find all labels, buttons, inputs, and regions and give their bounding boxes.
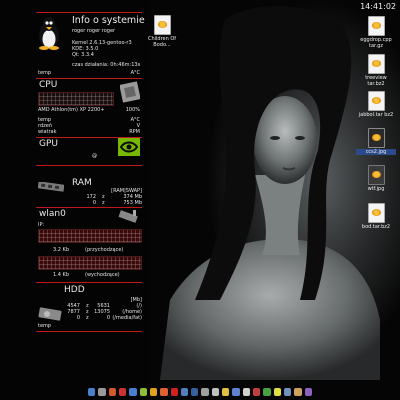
cpu-model: AMD Athlon(tm) XP 2200+ [38, 107, 105, 113]
sysinfo-uptime: czas działania: 0h:46m:13s [72, 62, 141, 68]
taskbar-launcher-icon[interactable] [160, 388, 168, 396]
divider [36, 207, 142, 208]
taskbar-launcher-icon[interactable] [180, 388, 189, 396]
image-file-icon [367, 165, 385, 185]
taskbar-launcher-icon[interactable] [273, 388, 281, 396]
taskbar-launcher-icon[interactable] [98, 388, 106, 396]
desktop-icon-bod-tar[interactable]: bod.tar.bz2 [356, 203, 396, 230]
wlan-ip-label: IP: [38, 222, 45, 228]
swap-used: 0 [92, 200, 96, 206]
taskbar-launcher-icon[interactable] [201, 388, 209, 396]
network-card-icon [118, 210, 138, 223]
divider [36, 331, 142, 332]
desktop-icon-children-of-bodom[interactable]: Children Of Bodo... [142, 15, 182, 48]
hdd-fat-used: 0 [76, 315, 80, 321]
clock[interactable]: 14:41:02 [360, 2, 396, 11]
desktop-icon-label: eggdrop.cpp tar.gz [360, 37, 392, 49]
cpu-title: CPU [39, 80, 58, 90]
wlan-download-value: 3.2 Kb [53, 247, 69, 253]
desktop-icon-jabbol[interactable]: jabbol.tar bz2 [356, 91, 396, 118]
hdd-fat-total: 0 [106, 315, 110, 321]
gpu-title: GPU [39, 139, 58, 149]
desktop-icon-label: wtf.jpg [367, 186, 385, 192]
hdd-temp-label: temp [38, 323, 52, 329]
taskbar-launcher-icon[interactable] [304, 388, 312, 396]
taskbar-launcher-icon[interactable] [211, 388, 220, 396]
archive-icon [367, 203, 385, 223]
swap-total: 753 Mb [123, 200, 142, 206]
archive-icon [367, 54, 385, 74]
sysinfo-temp-unit: A°C [130, 70, 140, 76]
taskbar-launcher-icon[interactable] [232, 388, 240, 396]
wlan-upload-graph [38, 256, 142, 270]
sysinfo-temp-label: temp [38, 70, 52, 76]
hard-drive-icon [38, 307, 62, 321]
taskbar-launcher-icon[interactable] [149, 388, 158, 396]
taskbar-launcher-icon[interactable] [118, 388, 127, 396]
taskbar-launcher-icon[interactable] [263, 388, 271, 396]
sysinfo-title: Info o systemie [72, 15, 145, 26]
desktop-icon-label: bod.tar.bz2 [361, 224, 391, 230]
wlan-download-graph [38, 229, 142, 243]
desktop-icon-label: Children Of Bodo... [147, 36, 177, 48]
nvidia-icon [118, 138, 140, 156]
sysinfo-user: roger roger roger [72, 28, 116, 34]
archive-icon [367, 16, 385, 36]
document-icon [153, 15, 171, 35]
taskbar-launcher-icon[interactable] [294, 388, 302, 396]
sysinfo-qt: Qt: 3.3.4 [72, 52, 94, 58]
taskbar-launcher-icon[interactable] [108, 388, 116, 396]
cpu-fan-value: RPM [129, 129, 140, 135]
desktop-icon-label: jabbol.tar bz2 [358, 112, 394, 118]
image-file-icon [367, 128, 385, 148]
wlan-upload-label: (wychodzące) [85, 272, 120, 278]
taskbar-launcher-icon[interactable] [242, 388, 250, 396]
archive-icon [367, 91, 385, 111]
taskbar-launcher-icon[interactable] [283, 388, 292, 396]
desktop-icon-wtf-jpg[interactable]: wtf.jpg [356, 165, 396, 192]
cpu-fan-label: wiatrak [38, 129, 57, 135]
taskbar-launcher-icon[interactable] [191, 388, 199, 396]
desktop-icon-label: ccs2.jpg [356, 149, 396, 155]
wlan-title: wlan0 [39, 209, 66, 219]
hdd-fat-mount: (/media/fat) [112, 315, 142, 321]
taskbar-launcher-icon[interactable] [222, 388, 230, 396]
desktop-icon-eggdrop[interactable]: eggdrop.cpp tar.gz [356, 16, 396, 49]
taskbar-launcher-icon[interactable] [253, 388, 261, 396]
cpu-usage: 100% [125, 107, 140, 113]
cpu-chip-icon [120, 81, 140, 103]
wlan-download-label: (przychodzące) [85, 247, 124, 253]
gpu-at: @ [92, 153, 97, 159]
divider [36, 282, 142, 283]
divider [36, 12, 142, 13]
ram-title: RAM [72, 178, 92, 188]
desktop-icon-label: treeview tar.bz2 [365, 75, 387, 87]
taskbar-launcher-icon[interactable] [129, 388, 137, 396]
taskbar-launcher-icon[interactable] [139, 388, 147, 396]
wlan-upload-value: 1.4 Kb [53, 272, 69, 278]
tux-penguin-icon [39, 17, 59, 50]
divider [36, 78, 142, 79]
hdd-fat-sep: z [86, 315, 89, 321]
ram-module-icon [38, 182, 64, 192]
taskbar-launcher-icon[interactable] [88, 388, 96, 396]
desktop-icon-treeview[interactable]: treeview tar.bz2 [356, 54, 396, 87]
system-monitor-panel: Info o systemie roger roger roger Kernel… [30, 10, 145, 332]
taskbar-launcher-icon[interactable] [170, 388, 178, 396]
divider [36, 165, 142, 166]
taskbar [88, 386, 312, 398]
cpu-graph [38, 92, 114, 106]
desktop-icon-ccs2-jpg[interactable]: ccs2.jpg [356, 128, 396, 155]
hdd-title: HDD [64, 285, 85, 295]
swap-sep: z [102, 200, 105, 206]
